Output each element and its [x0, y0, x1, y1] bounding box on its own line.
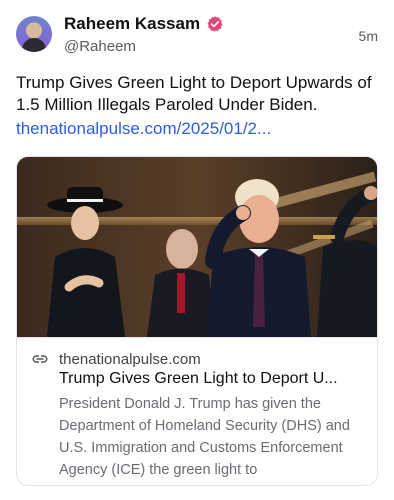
link-preview-meta[interactable]: thenationalpulse.com Trump Gives Green L… [17, 337, 377, 485]
post-timestamp: 5m [358, 28, 378, 44]
link-description: President Donald J. Trump has given the … [59, 396, 350, 478]
author-name[interactable]: Raheem Kassam [64, 14, 200, 34]
link-icon [32, 355, 48, 363]
author-handle[interactable]: @Raheem [64, 38, 136, 55]
link-domain: thenationalpulse.com [59, 350, 201, 368]
author-avatar[interactable] [16, 16, 52, 52]
post-text: Trump Gives Green Light to Deport Upward… [16, 73, 372, 114]
post[interactable]: Raheem Kassam @Raheem 5m Trump Gives Gre… [0, 0, 394, 500]
author-name-row: Raheem Kassam [64, 14, 224, 34]
post-link[interactable]: thenationalpulse.com/2025/01/2... [16, 118, 271, 140]
link-preview-image[interactable] [17, 157, 377, 337]
link-title[interactable]: Trump Gives Green Light to Deport U... [59, 370, 369, 388]
link-preview-card[interactable]: thenationalpulse.com Trump Gives Green L… [16, 156, 378, 486]
photo-illustration [17, 157, 377, 337]
domain-row: thenationalpulse.com [31, 350, 201, 368]
verified-badge-icon [207, 16, 223, 32]
